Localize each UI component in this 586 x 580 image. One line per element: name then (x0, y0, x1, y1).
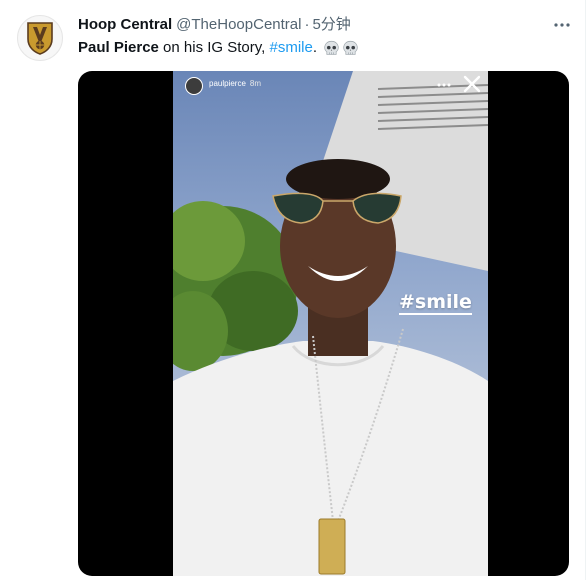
story-time: 8m (249, 79, 262, 88)
skull-emoji-icon (342, 40, 359, 57)
tweet-header: Hoop Central @TheHoopCentral · 5分钟 (78, 15, 351, 35)
tweet-timestamp[interactable]: 5分钟 (312, 15, 350, 35)
separator-dot: · (304, 16, 310, 33)
skull-emoji-icon (323, 40, 340, 57)
more-options-button[interactable] (551, 14, 573, 36)
hashtag-link[interactable]: #smile (270, 38, 313, 58)
tweet-media-video[interactable]: paulpierce 8m #smile (78, 71, 569, 576)
instagram-story-frame: paulpierce 8m #smile (173, 71, 488, 576)
author-avatar[interactable] (17, 15, 63, 61)
tweet-text: Paul Pierce on his IG Story, #smile . (78, 38, 359, 58)
story-user-avatar[interactable] (185, 77, 203, 95)
more-horizontal-icon (554, 23, 570, 27)
tweet-text-bold: Paul Pierce (78, 39, 159, 56)
tweet-text-period: . (312, 39, 318, 56)
hoop-central-shield-logo-icon (27, 22, 53, 55)
story-username[interactable]: paulpierce (209, 79, 246, 88)
tweet-text-plain: on his IG Story, (158, 39, 270, 56)
story-user-info: paulpierce 8m (209, 78, 261, 90)
smile-sticker: #smile (399, 291, 472, 315)
more-horizontal-icon[interactable] (436, 77, 452, 93)
tweet-card[interactable]: Hoop Central @TheHoopCentral · 5分钟 Paul … (0, 0, 586, 580)
author-handle[interactable]: @TheHoopCentral (176, 15, 301, 35)
story-photo (173, 71, 488, 576)
close-icon[interactable] (461, 73, 483, 95)
author-name[interactable]: Hoop Central (78, 15, 172, 35)
